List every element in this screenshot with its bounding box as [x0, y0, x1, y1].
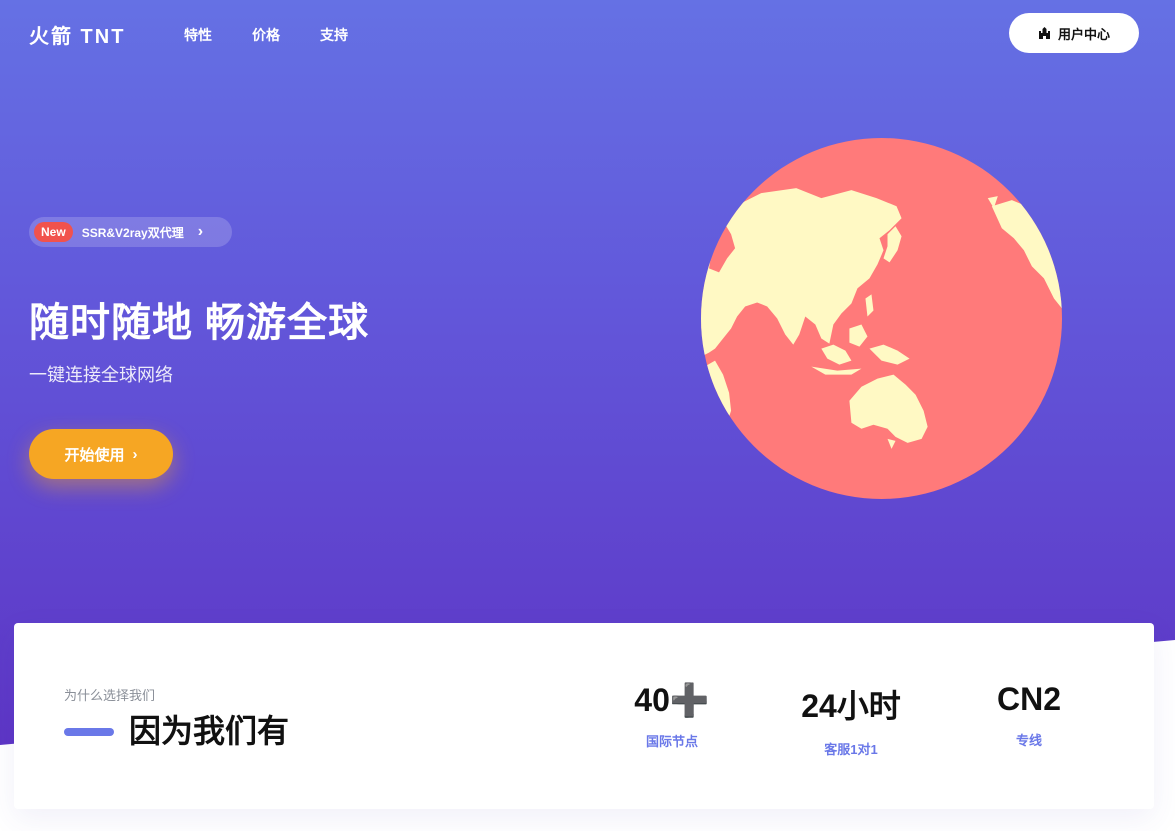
get-started-label: 开始使用 [64, 446, 125, 464]
why-us-title: 因为我们有 [129, 713, 290, 749]
nav-link-support[interactable]: 支持 [320, 25, 348, 45]
stat-support: 24小时 客服1对1 [771, 681, 931, 758]
why-us-eyebrow: 为什么选择我们 [64, 688, 156, 703]
new-badge: New [34, 222, 73, 242]
why-us-card: 为什么选择我们 因为我们有 40➕ 国际节点 24小时 客服1对1 CN2 专线 [14, 623, 1154, 809]
nav-link-features[interactable]: 特性 [184, 25, 212, 45]
announcement-text: SSR&V2ray双代理 [81, 225, 184, 240]
stat-value: CN2 [996, 681, 1061, 717]
user-center-button[interactable]: 用户中心 [1009, 13, 1139, 53]
announcement-pill[interactable]: New SSR&V2ray双代理 › [29, 217, 232, 247]
stat-value: 24小时 [801, 688, 901, 724]
get-started-button[interactable]: 开始使用 › [29, 429, 173, 479]
globe-illustration [701, 138, 1062, 499]
globe-ocean [701, 138, 1062, 499]
stat-nodes: 40➕ 国际节点 [592, 681, 752, 750]
stat-cn2: CN2 专线 [949, 681, 1109, 749]
brand-logo[interactable]: 火箭 TNT [29, 20, 125, 49]
accent-bar [64, 728, 114, 736]
top-nav: 火箭 TNT 特性 价格 支持 用户中心 [0, 0, 1175, 66]
user-center-label: 用户中心 [1057, 26, 1110, 42]
stat-value: 40➕ [634, 682, 710, 718]
stat-label: 专线 [1015, 733, 1042, 748]
castle-icon [1038, 27, 1050, 39]
stat-label: 国际节点 [645, 734, 698, 749]
chevron-right-icon: › [197, 223, 204, 240]
chevron-right-icon: › [132, 445, 138, 463]
nav-link-pricing[interactable]: 价格 [252, 25, 280, 45]
hero-headline: 随时随地 畅游全球 [29, 301, 370, 345]
stat-label: 客服1对1 [824, 742, 878, 757]
hero-subline: 一键连接全球网络 [29, 365, 173, 385]
